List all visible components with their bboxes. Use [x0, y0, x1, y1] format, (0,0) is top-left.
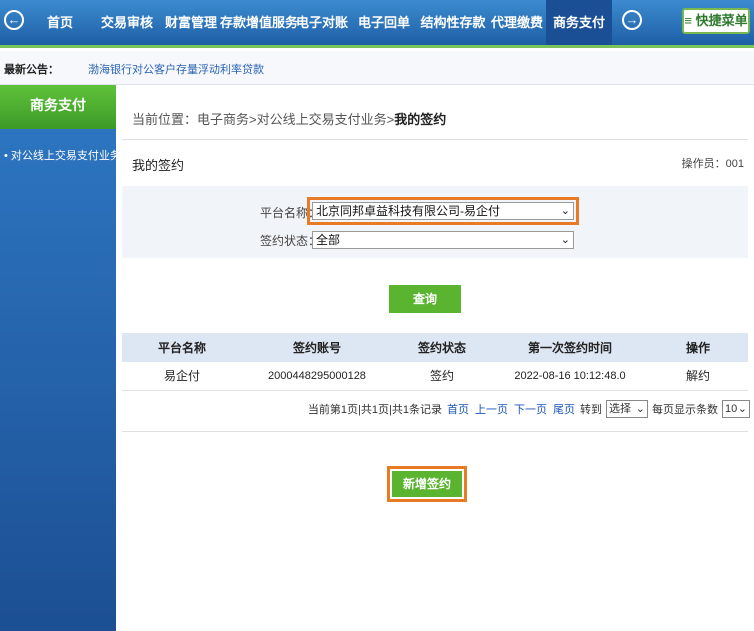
- status-select-value: 全部: [316, 233, 341, 247]
- chevron-down-icon: ⌄: [560, 234, 570, 246]
- col-platform: 平台名称: [122, 333, 242, 362]
- platform-label: 平台名称：: [260, 206, 321, 220]
- divider: [122, 431, 748, 432]
- pager-next[interactable]: 下一页: [514, 401, 547, 417]
- operator-label: 操作员：001: [681, 158, 744, 170]
- quick-menu-button[interactable]: ≡ 快捷菜单: [682, 8, 750, 34]
- pager: 当前第1页|共1页|共1条记录 首页 上一页 下一页 尾页 转到 选择 ⌄ 每页…: [308, 398, 750, 420]
- pager-prev[interactable]: 上一页: [475, 401, 508, 417]
- per-page-select[interactable]: 10 ⌄: [722, 400, 750, 418]
- pager-last[interactable]: 尾页: [553, 401, 575, 417]
- main-content: 当前位置：电子商务>对公线上交易支付业务>我的签约 我的签约 操作员：001 平…: [116, 85, 754, 631]
- query-button[interactable]: 查询: [389, 285, 461, 313]
- platform-select[interactable]: 北京同邦卓益科技有限公司-易企付 ⌄: [307, 197, 579, 225]
- table-header-row: 平台名称 签约账号 签约状态 第一次签约时间 操作: [122, 333, 748, 362]
- cell-platform: 易企付: [122, 362, 242, 391]
- section-title: 我的签约: [132, 158, 185, 173]
- nav-right-arrow-icon[interactable]: →: [622, 10, 642, 30]
- nav-item-deposit-value-added[interactable]: 存款增值服务: [220, 0, 298, 45]
- cell-first-sign-time: 2022-08-16 10:12:48.0: [492, 362, 648, 391]
- cell-account: 2000448295000128: [242, 362, 392, 391]
- nav-item-agency-payment[interactable]: 代理缴费: [490, 0, 544, 45]
- pager-first[interactable]: 首页: [447, 401, 469, 417]
- col-status: 签约状态: [392, 333, 492, 362]
- platform-select-value: 北京同邦卓益科技有限公司-易企付: [316, 204, 500, 218]
- cancel-signing-link[interactable]: 解约: [648, 362, 748, 391]
- col-first-sign-time: 第一次签约时间: [492, 333, 648, 362]
- notice-link[interactable]: 渤海银行对公客户存量浮动利率贷款: [88, 61, 264, 77]
- divider: [122, 139, 748, 140]
- chevron-down-icon: ⌄: [635, 403, 645, 415]
- chevron-down-icon: ⌄: [560, 205, 570, 217]
- cell-status: 签约: [392, 362, 492, 391]
- pager-info: 当前第1页|共1页|共1条记录: [307, 404, 442, 416]
- pager-goto-select[interactable]: 选择 ⌄: [606, 400, 648, 418]
- add-signing-button[interactable]: 新增签约: [387, 466, 467, 502]
- breadcrumb-path: 当前位置：电子商务>对公线上交易支付业务>: [132, 112, 395, 127]
- col-operation: 操作: [648, 333, 748, 362]
- notice-bar: 最新公告： 渤海银行对公客户存量浮动利率贷款: [0, 51, 754, 85]
- nav-item-structured-deposit[interactable]: 结构性存款: [420, 0, 486, 45]
- per-page-value: 10: [725, 403, 738, 415]
- sidebar-item-online-payment[interactable]: • 对公线上交易支付业务 •: [0, 147, 128, 163]
- nav-item-business-payment[interactable]: 商务支付: [546, 0, 612, 45]
- nav-left-arrow-icon[interactable]: ←: [4, 10, 24, 30]
- chevron-down-icon: ⌄: [737, 403, 747, 415]
- nav-item-home[interactable]: 首页: [36, 0, 84, 45]
- status-select[interactable]: 全部 ⌄: [312, 231, 574, 249]
- sidebar: 商务支付 • 对公线上交易支付业务 •: [0, 85, 128, 631]
- nav-item-wealth-management[interactable]: 财富管理: [164, 0, 218, 45]
- status-label: 签约状态：: [260, 234, 321, 248]
- breadcrumb-current: 我的签约: [394, 112, 447, 127]
- col-account: 签约账号: [242, 333, 392, 362]
- nav-item-transaction-review[interactable]: 交易审核: [98, 0, 156, 45]
- sidebar-title: 商务支付: [0, 85, 116, 129]
- signing-table: 平台名称 签约账号 签约状态 第一次签约时间 操作 易企付 2000448295…: [122, 333, 748, 391]
- nav-item-e-reconciliation[interactable]: 电子对账: [296, 0, 348, 45]
- per-page-label: 每页显示条数: [652, 404, 718, 416]
- breadcrumb: 当前位置：电子商务>对公线上交易支付业务>我的签约: [132, 109, 446, 128]
- table-row: 易企付 2000448295000128 签约 2022-08-16 10:12…: [122, 362, 748, 391]
- top-nav: ← 首页 交易审核 财富管理 存款增值服务 电子对账 电子回单 结构性存款 代理…: [0, 0, 754, 48]
- notice-label: 最新公告：: [4, 64, 59, 76]
- pager-goto-label: 转到: [580, 404, 602, 416]
- nav-item-e-receipt[interactable]: 电子回单: [358, 0, 410, 45]
- pager-goto-value: 选择: [609, 403, 631, 415]
